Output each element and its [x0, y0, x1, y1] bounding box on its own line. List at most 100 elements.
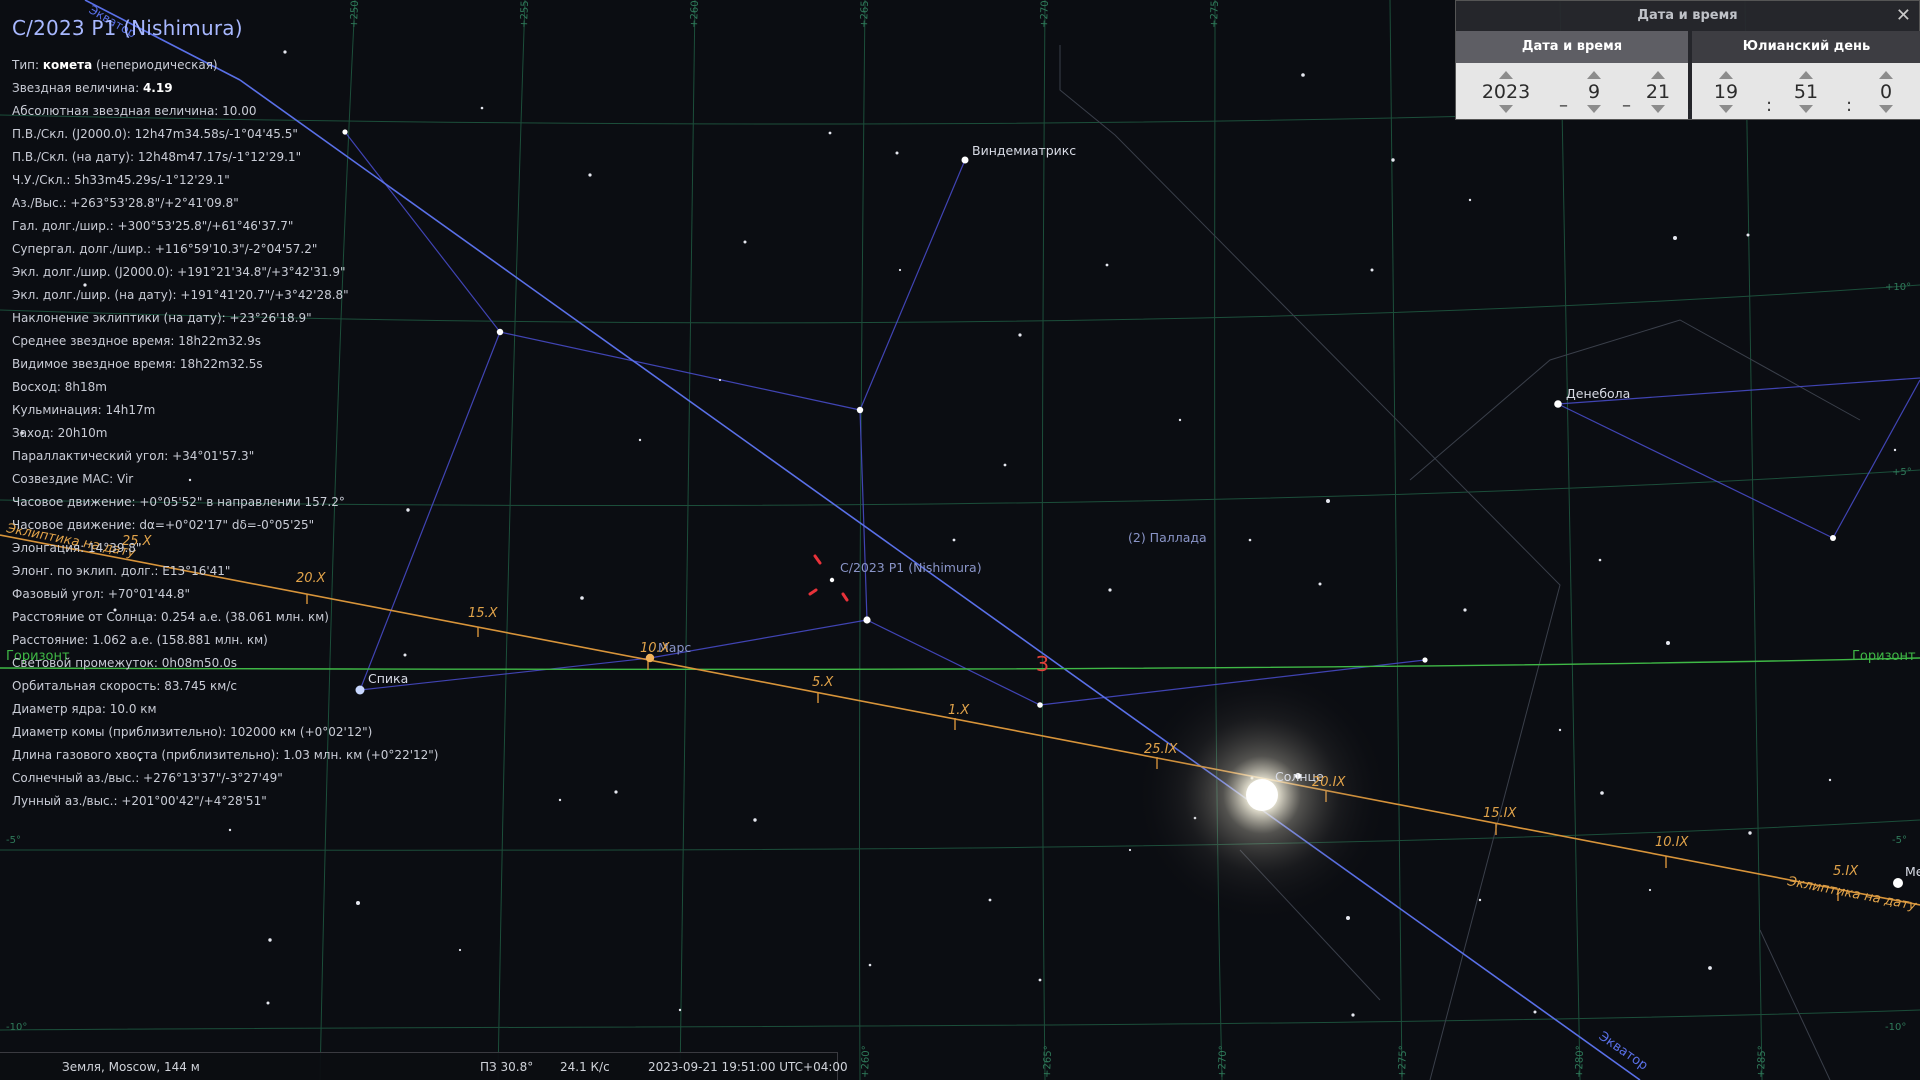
- day-spinner[interactable]: 21: [1628, 71, 1688, 113]
- second-spinner[interactable]: 0: [1856, 71, 1916, 113]
- status-location[interactable]: Земля, Moscow, 144 м: [62, 1060, 200, 1074]
- label-pallas[interactable]: (2) Паллада: [1128, 530, 1207, 545]
- info-line: Часовое движение: dα=+0°02'17" dδ=-0°05'…: [12, 514, 532, 537]
- constellation-boundaries: [1059, 45, 1861, 1080]
- info-line: Элонгация: 14°39.8": [12, 537, 532, 560]
- info-line-text: Солнечный аз./выс.: +276°13'37"/-3°27'49…: [12, 771, 283, 785]
- label-equator-bottom: Экватор: [1596, 1029, 1651, 1074]
- info-line: Кульминация: 14h17m: [12, 399, 532, 422]
- info-line-text: Диаметр ядра: 10.0 км: [12, 702, 157, 716]
- info-line: Ч.У./Скл.: 5h33m45.29s/-1°12'29.1": [12, 169, 532, 192]
- info-line-text: Элонг. по эклип. долг.: E13°16'41": [12, 564, 231, 578]
- info-line-text: Орбитальная скорость: 83.745 км/с: [12, 679, 237, 693]
- info-line-value: 4.19: [142, 81, 173, 95]
- info-line: Диаметр комы (приблизительно): 102000 км…: [12, 721, 532, 744]
- info-line: Часовое движение: +0°05'52" в направлени…: [12, 491, 532, 514]
- month-up-arrow-icon[interactable]: [1587, 71, 1601, 79]
- star-vindemiatrix: [961, 156, 969, 164]
- info-line-text: Видимое звездное время: 18h22m32.5s: [12, 357, 263, 371]
- info-line-text: Заход: 20h10m: [12, 426, 108, 440]
- datetime-window-title[interactable]: Дата и время: [1456, 1, 1919, 31]
- svg-text:+275°: +275°: [1397, 1045, 1409, 1078]
- object-info-panel: C/2023 P1 (Nishimura) Тип: комета (непер…: [12, 16, 532, 813]
- year-up-arrow-icon[interactable]: [1499, 71, 1513, 79]
- hour-spinner[interactable]: 19: [1696, 71, 1756, 113]
- object-info-list: Тип: комета (непериодическая) Звездная ве…: [12, 54, 532, 813]
- svg-text:+265°: +265°: [1042, 1045, 1054, 1078]
- info-line: Фазовый угол: +70°01'44.8": [12, 583, 532, 606]
- day-up-arrow-icon[interactable]: [1651, 71, 1665, 79]
- close-icon[interactable]: ✕: [1896, 5, 1911, 26]
- day-value[interactable]: 21: [1628, 79, 1688, 105]
- hour-value[interactable]: 19: [1696, 79, 1756, 105]
- info-line-text: Длина газового хвоста (приблизительно): …: [12, 748, 439, 762]
- svg-text:5.IX: 5.IX: [1833, 864, 1859, 879]
- info-line: Видимое звездное время: 18h22m32.5s: [12, 353, 532, 376]
- month-spinner[interactable]: 9: [1564, 71, 1624, 113]
- info-line-value: комета: [42, 58, 93, 72]
- status-fps: 24.1 К/с: [560, 1060, 610, 1074]
- second-up-arrow-icon[interactable]: [1879, 71, 1893, 79]
- svg-text:10.X: 10.X: [640, 641, 671, 656]
- tab-date-time[interactable]: Дата и время: [1456, 31, 1688, 63]
- info-line: Длина газового хвоста (приблизительно): …: [12, 744, 532, 767]
- label-mercury[interactable]: Ме: [1905, 864, 1920, 879]
- info-line-text: Аз./Выс.: +263°53'28.8"/+2°41'09.8": [12, 196, 239, 210]
- info-line: Заход: 20h10m: [12, 422, 532, 445]
- info-line-text: Часовое движение: +0°05'52" в направлени…: [12, 495, 345, 509]
- info-line: Абсолютная звездная величина: 10.00: [12, 100, 532, 123]
- info-line-text: Супергал. долг./шир.: +116°59'10.3"/-2°0…: [12, 242, 318, 256]
- info-line-text: П.В./Скл. (на дату): 12h48m47.17s/-1°12'…: [12, 150, 302, 164]
- label-vindemiatrix[interactable]: Виндемиатрикс: [972, 143, 1076, 158]
- info-line-text: Световой промежуток: 0h08m50.0s: [12, 656, 237, 670]
- info-line: Лунный аз./выс.: +201°00'42"/+4°28'51": [12, 790, 532, 813]
- sun[interactable]: [1132, 665, 1392, 925]
- year-spinner[interactable]: 2023: [1476, 71, 1536, 113]
- second-value[interactable]: 0: [1856, 79, 1916, 105]
- hour-up-arrow-icon[interactable]: [1719, 71, 1733, 79]
- info-line-text: Расстояние от Солнца: 0.254 а.е. (38.061…: [12, 610, 329, 624]
- svg-text:10.IX: 10.IX: [1655, 835, 1690, 850]
- svg-text:-10°: -10°: [6, 1022, 27, 1033]
- second-down-arrow-icon[interactable]: [1879, 105, 1893, 113]
- info-line: П.В./Скл. (J2000.0): 12h47m34.58s/-1°04'…: [12, 123, 532, 146]
- day-down-arrow-icon[interactable]: [1651, 105, 1665, 113]
- svg-text:+5°: +5°: [1892, 467, 1912, 478]
- label-horizon-right: Горизонт: [1852, 649, 1916, 664]
- info-line-text: (непериодическая): [92, 58, 218, 72]
- info-line: Световой промежуток: 0h08m50.0s: [12, 652, 532, 675]
- month-down-arrow-icon[interactable]: [1587, 105, 1601, 113]
- info-line: Аз./Выс.: +263°53'28.8"/+2°41'09.8": [12, 192, 532, 215]
- hour-down-arrow-icon[interactable]: [1719, 105, 1733, 113]
- minute-value[interactable]: 51: [1776, 79, 1836, 105]
- star-denebola: [1554, 400, 1562, 408]
- info-line-text: Наклонение эклиптики (на дату): +23°26'1…: [12, 311, 312, 325]
- julian-day-pane: Юлианский день 19 : 51 : 0: [1692, 31, 1920, 119]
- info-line-text: Фазовый угол: +70°01'44.8": [12, 587, 190, 601]
- info-line: Гал. долг./шир.: +300°53'25.8"/+61°46'37…: [12, 215, 532, 238]
- info-line: П.В./Скл. (на дату): 12h48m47.17s/-1°12'…: [12, 146, 532, 169]
- info-line: Экл. долг./шир. (на дату): +191°41'20.7"…: [12, 284, 532, 307]
- label-comet[interactable]: C/2023 P1 (Nishimura): [840, 560, 982, 575]
- info-line-text: Часовое движение: dα=+0°02'17" dδ=-0°05'…: [12, 518, 315, 532]
- info-line-text: Среднее звездное время: 18h22m32.9s: [12, 334, 262, 348]
- info-line-text: Тип:: [12, 58, 43, 72]
- year-value[interactable]: 2023: [1476, 79, 1536, 105]
- tab-julian-day[interactable]: Юлианский день: [1692, 31, 1920, 63]
- label-denebola[interactable]: Денебола: [1566, 386, 1630, 401]
- info-line-text: Звездная величина:: [12, 81, 143, 95]
- year-down-arrow-icon[interactable]: [1499, 105, 1513, 113]
- minute-down-arrow-icon[interactable]: [1799, 105, 1813, 113]
- status-datetime[interactable]: 2023-09-21 19:51:00 UTC+04:00: [648, 1060, 848, 1074]
- datetime-window[interactable]: Дата и время ✕ Дата и время 2023 – 9 – 2…: [1455, 0, 1920, 120]
- minute-spinner[interactable]: 51: [1776, 71, 1836, 113]
- time-separator: :: [1766, 95, 1773, 116]
- minute-up-arrow-icon[interactable]: [1799, 71, 1813, 79]
- svg-text:+280°: +280°: [1574, 1045, 1586, 1078]
- info-line: Супергал. долг./шир.: +116°59'10.3"/-2°0…: [12, 238, 532, 261]
- month-value[interactable]: 9: [1564, 79, 1624, 105]
- info-line-text: Кульминация: 14h17m: [12, 403, 156, 417]
- info-line: Расстояние: 1.062 а.е. (158.881 млн. км): [12, 629, 532, 652]
- date-time-pane: Дата и время 2023 – 9 – 21: [1456, 31, 1688, 119]
- svg-text:5.X: 5.X: [812, 675, 834, 690]
